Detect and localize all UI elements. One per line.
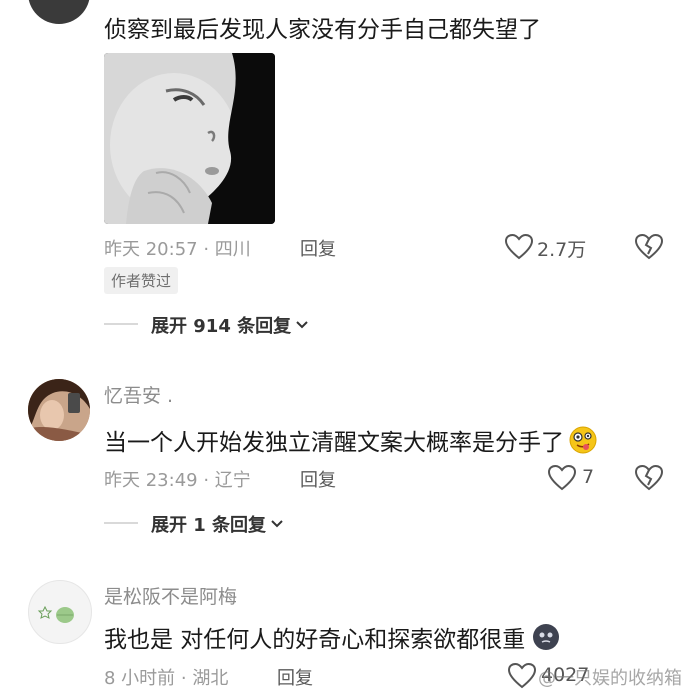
broken-heart-icon[interactable] bbox=[635, 234, 663, 260]
username[interactable]: 是松阪不是阿梅 bbox=[104, 582, 237, 609]
heart-outline-icon[interactable] bbox=[548, 465, 576, 491]
comment-text: 当一个人开始发独立清醒文案大概率是分手了 bbox=[104, 423, 598, 457]
heart-outline-icon[interactable] bbox=[508, 663, 536, 689]
heart-outline-icon[interactable] bbox=[505, 234, 533, 260]
dark-face-emoji-icon bbox=[531, 622, 561, 652]
comment-text: 侦察到最后发现人家没有分手自己都失望了 bbox=[104, 17, 541, 43]
expand-replies-button[interactable]: 展开 1 条回复 bbox=[151, 511, 284, 537]
watermark: @一只娱的收纳箱 bbox=[538, 668, 682, 689]
avatar[interactable] bbox=[28, 0, 90, 24]
chevron-down-icon bbox=[270, 519, 284, 529]
comment-text: 我也是 对任何人的好奇心和探索欲都很重 bbox=[104, 620, 561, 654]
expand-replies-button[interactable]: 展开 914 条回复 bbox=[151, 312, 309, 338]
like-count: 2.7万 bbox=[537, 239, 587, 261]
comment-time: 昨天 20:57 · 四川 bbox=[104, 239, 251, 260]
broken-heart-icon[interactable] bbox=[635, 465, 663, 491]
like-count: 7 bbox=[582, 466, 595, 488]
comment-time: 昨天 23:49 · 辽宁 bbox=[104, 470, 251, 491]
reply-button[interactable]: 回复 bbox=[277, 664, 313, 690]
comment-image[interactable] bbox=[104, 53, 275, 224]
author-liked-badge: 作者赞过 bbox=[104, 267, 179, 294]
chevron-down-icon bbox=[295, 320, 309, 330]
divider bbox=[104, 323, 138, 325]
silly-face-emoji-icon bbox=[568, 425, 598, 455]
avatar[interactable] bbox=[28, 379, 90, 441]
divider bbox=[104, 522, 138, 524]
username[interactable]: 忆吾安 . bbox=[104, 381, 173, 408]
comment-time: 8 小时前 · 湖北 bbox=[104, 668, 229, 689]
reply-button[interactable]: 回复 bbox=[300, 466, 336, 492]
avatar[interactable] bbox=[28, 580, 92, 644]
reply-button[interactable]: 回复 bbox=[300, 235, 336, 261]
